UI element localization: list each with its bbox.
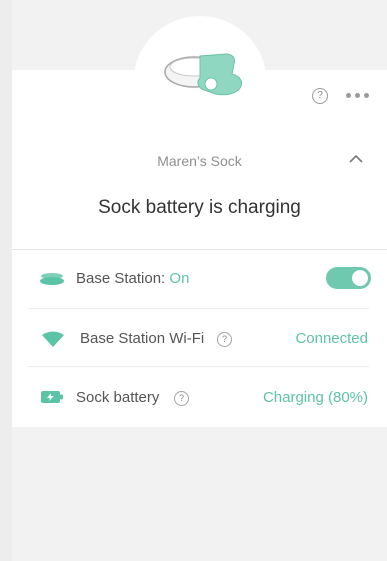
base-station-row: Base Station: On (12, 259, 387, 299)
battery-status-value: Charging (80%) (262, 389, 368, 406)
wifi-status-value: Connected (295, 330, 368, 347)
divider (12, 249, 387, 250)
base-station-wifi-label: Base Station Wi-Fi (80, 330, 205, 347)
toggle-knob (352, 270, 368, 286)
wifi-help-icon[interactable]: ? (217, 332, 232, 347)
divider (28, 366, 369, 367)
chevron-up-icon[interactable] (349, 154, 363, 164)
sock-battery-label: Sock battery (76, 389, 160, 406)
base-station-toggle[interactable] (326, 267, 371, 289)
base-station-wifi-row: Base Station Wi-Fi ? Connected (12, 319, 387, 359)
divider (28, 308, 369, 309)
base-station-label: Base Station: On (76, 270, 190, 287)
base-station-icon (40, 273, 64, 285)
status-title: Sock battery is charging (98, 197, 301, 218)
wifi-icon (42, 331, 64, 347)
sock-battery-row: Sock battery ? Charging (80%) (12, 378, 387, 418)
battery-help-icon[interactable]: ? (174, 391, 189, 406)
sock-and-base-station-icon (164, 53, 243, 96)
left-strip (0, 0, 12, 561)
battery-charging-icon (41, 391, 63, 403)
sock-name-label: Maren’s Sock (157, 153, 242, 169)
base-station-state: On (169, 270, 190, 287)
more-options-icon[interactable] (346, 93, 372, 101)
help-icon[interactable]: ? (312, 88, 328, 104)
